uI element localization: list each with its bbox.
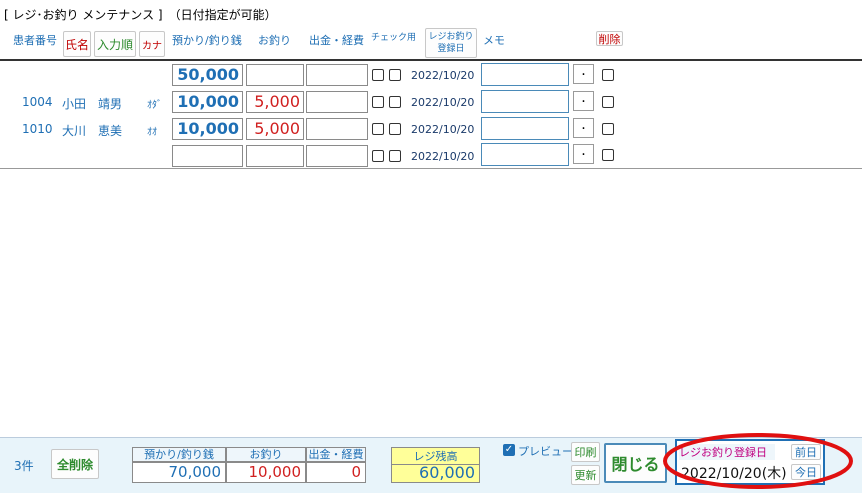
preview-label: プレビュー bbox=[518, 445, 573, 458]
check-2-checkbox[interactable] bbox=[389, 150, 401, 162]
expense-input[interactable] bbox=[306, 64, 368, 86]
total-expense-value: 0 bbox=[306, 462, 366, 483]
check-1-checkbox[interactable] bbox=[372, 96, 384, 108]
delete-checkbox[interactable] bbox=[602, 123, 614, 135]
delete-checkbox[interactable] bbox=[602, 96, 614, 108]
row-patient-name: 小田 靖男 bbox=[62, 97, 123, 111]
check-1-checkbox[interactable] bbox=[372, 123, 384, 135]
memo-input[interactable] bbox=[481, 63, 569, 86]
annotation-ellipse bbox=[663, 433, 853, 489]
change-input[interactable] bbox=[246, 145, 304, 167]
delete-checkbox[interactable] bbox=[602, 149, 614, 161]
close-button[interactable]: 閉じる bbox=[604, 443, 667, 483]
deposit-input[interactable] bbox=[172, 145, 243, 167]
row-patient-id: 1004 bbox=[22, 95, 53, 109]
preview-checkbox[interactable]: ✓ bbox=[503, 444, 515, 456]
deposit-input[interactable]: 50,000 bbox=[172, 64, 243, 86]
total-expense-label: 出金・経費 bbox=[306, 447, 366, 462]
change-input[interactable]: 5,000 bbox=[246, 118, 304, 140]
balance-value: 60,000 bbox=[419, 463, 475, 482]
row-patient-id: 1010 bbox=[22, 122, 53, 136]
table-row: 1010 大川 恵美 ｵｵ 10,000 5,000 2022/10/20 ･ bbox=[0, 116, 862, 142]
record-count: 3件 bbox=[14, 459, 34, 473]
expense-input[interactable] bbox=[306, 145, 368, 167]
check-2-checkbox[interactable] bbox=[389, 69, 401, 81]
total-deposit-label: 預かり/釣り銭 bbox=[132, 447, 226, 462]
table-row: 1004 小田 靖男 ｵﾀﾞ 10,000 5,000 2022/10/20 ･ bbox=[0, 89, 862, 115]
balance-box: レジ残高 60,000 bbox=[391, 447, 480, 483]
update-button[interactable]: 更新 bbox=[571, 465, 600, 485]
header-deposit: 預かり/釣り銭 bbox=[172, 34, 242, 47]
total-deposit-value: 70,000 bbox=[132, 462, 226, 483]
deposit-input[interactable]: 10,000 bbox=[172, 91, 243, 113]
memo-dot-button[interactable]: ･ bbox=[573, 118, 594, 138]
row-reg-date: 2022/10/20 bbox=[411, 123, 475, 136]
memo-dot-button[interactable]: ･ bbox=[573, 64, 594, 84]
sort-name-button[interactable]: 氏名 bbox=[63, 31, 91, 57]
header-patient-no: 患者番号 bbox=[13, 34, 57, 47]
reg-date-line1: レジお釣り bbox=[428, 32, 474, 42]
deposit-input[interactable]: 10,000 bbox=[172, 118, 243, 140]
table-row: 50,000 2022/10/20 ･ bbox=[0, 62, 862, 88]
header-memo: メモ bbox=[483, 34, 505, 47]
memo-dot-button[interactable]: ･ bbox=[573, 91, 594, 111]
change-input[interactable]: 5,000 bbox=[246, 91, 304, 113]
row-patient-kana: ｵﾀﾞ bbox=[147, 100, 162, 111]
change-input[interactable] bbox=[246, 64, 304, 86]
check-2-checkbox[interactable] bbox=[389, 96, 401, 108]
row-patient-name: 大川 恵美 bbox=[62, 124, 123, 138]
memo-dot-button[interactable]: ･ bbox=[573, 144, 594, 164]
window-title: [ レジ･お釣り メンテナンス ] （日付指定が可能） bbox=[4, 8, 277, 22]
expense-input[interactable] bbox=[306, 118, 368, 140]
row-reg-date: 2022/10/20 bbox=[411, 150, 475, 163]
total-change-label: お釣り bbox=[226, 447, 306, 462]
sort-reg-date-button[interactable]: レジお釣り 登録日 bbox=[425, 28, 477, 58]
row-reg-date: 2022/10/20 bbox=[411, 69, 475, 82]
check-1-checkbox[interactable] bbox=[372, 69, 384, 81]
grid-top-border bbox=[0, 59, 862, 61]
total-change-value: 10,000 bbox=[226, 462, 306, 483]
row-reg-date: 2022/10/20 bbox=[411, 96, 475, 109]
sort-order-button[interactable]: 入力順 bbox=[94, 31, 136, 57]
table-row: 2022/10/20 ･ bbox=[0, 143, 862, 169]
check-1-checkbox[interactable] bbox=[372, 150, 384, 162]
delete-checkbox[interactable] bbox=[602, 69, 614, 81]
memo-input[interactable] bbox=[481, 143, 569, 166]
sort-kana-button[interactable]: カナ bbox=[139, 31, 165, 57]
print-button[interactable]: 印刷 bbox=[571, 442, 600, 462]
delete-all-button[interactable]: 全削除 bbox=[51, 449, 99, 479]
header-change: お釣り bbox=[258, 34, 291, 47]
check-2-checkbox[interactable] bbox=[389, 123, 401, 135]
delete-header-button[interactable]: 削除 bbox=[596, 31, 623, 46]
memo-input[interactable] bbox=[481, 90, 569, 113]
row-patient-kana: ｵｵ bbox=[147, 127, 157, 138]
header-check: チェック用 bbox=[371, 33, 417, 43]
expense-input[interactable] bbox=[306, 91, 368, 113]
reg-date-line2: 登録日 bbox=[437, 44, 465, 54]
memo-input[interactable] bbox=[481, 117, 569, 140]
header-expense: 出金・経費 bbox=[309, 34, 364, 47]
